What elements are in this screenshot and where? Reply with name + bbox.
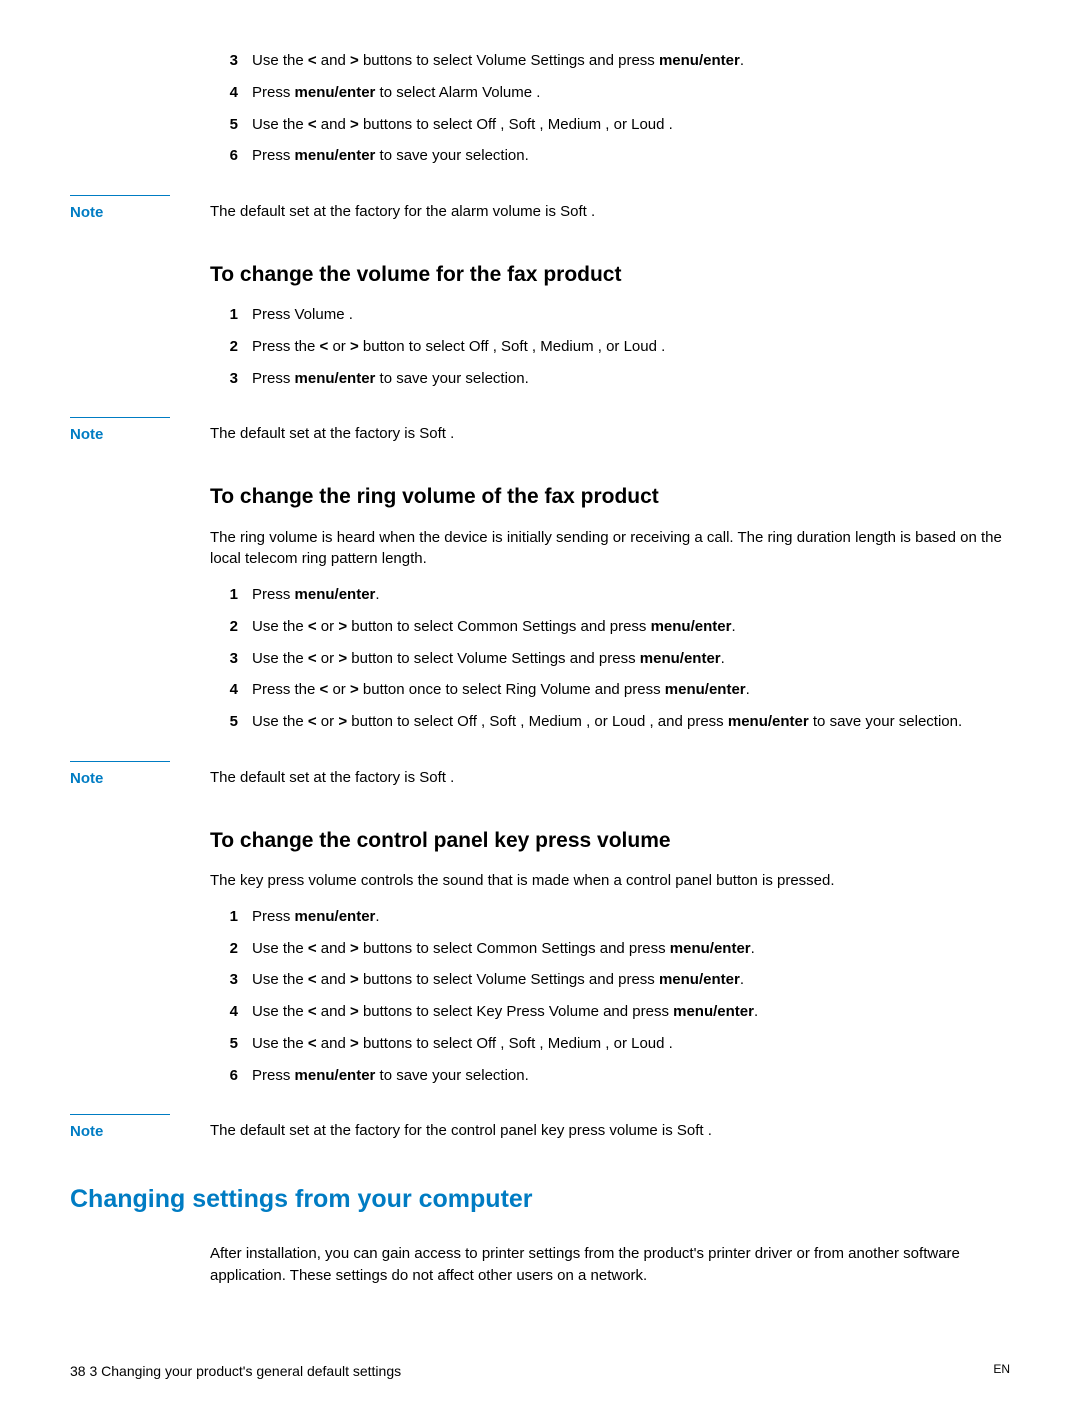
step-text: Use the < and > buttons to select Common… xyxy=(252,938,1010,960)
step-number: 5 xyxy=(210,114,252,136)
step-text: Use the < and > buttons to select Key Pr… xyxy=(252,1001,1010,1023)
note-label: Note xyxy=(70,417,170,446)
note-text: The default set at the factory is Soft . xyxy=(210,761,1010,789)
step-list-fax: 1Press Volume .2Press the < or > button … xyxy=(210,304,1010,389)
note-label: Note xyxy=(70,1114,170,1143)
heading-fax-volume: To change the volume for the fax product xyxy=(210,260,1010,290)
step-item: 5Use the < and > buttons to select Off ,… xyxy=(210,1033,1010,1055)
step-item: 4Press the < or > button once to select … xyxy=(210,679,1010,701)
step-text: Use the < or > button to select Volume S… xyxy=(252,648,1010,670)
step-item: 1Press menu/enter. xyxy=(210,906,1010,928)
step-item: 2Press the < or > button to select Off ,… xyxy=(210,336,1010,358)
step-number: 6 xyxy=(210,1065,252,1087)
step-number: 3 xyxy=(210,50,252,72)
key-intro: The key press volume controls the sound … xyxy=(210,870,1010,892)
step-item: 5Use the < and > buttons to select Off ,… xyxy=(210,114,1010,136)
step-number: 4 xyxy=(210,82,252,104)
step-number: 2 xyxy=(210,938,252,960)
step-number: 1 xyxy=(210,304,252,326)
step-number: 5 xyxy=(210,711,252,733)
step-text: Use the < and > buttons to select Volume… xyxy=(252,50,1010,72)
step-item: 1Press Volume . xyxy=(210,304,1010,326)
step-list-ring: 1Press menu/enter.2Use the < or > button… xyxy=(210,584,1010,733)
step-text: Press the < or > button once to select R… xyxy=(252,679,1010,701)
step-item: 3Use the < and > buttons to select Volum… xyxy=(210,50,1010,72)
note-label: Note xyxy=(70,761,170,790)
step-item: 5Use the < or > button to select Off , S… xyxy=(210,711,1010,733)
step-text: Use the < or > button to select Common S… xyxy=(252,616,1010,638)
step-text: Use the < or > button to select Off , So… xyxy=(252,711,1010,733)
step-item: 2Use the < and > buttons to select Commo… xyxy=(210,938,1010,960)
step-text: Press menu/enter to save your selection. xyxy=(252,368,1010,390)
step-list-top: 3Use the < and > buttons to select Volum… xyxy=(210,50,1010,167)
step-item: 6Press menu/enter to save your selection… xyxy=(210,145,1010,167)
step-item: 3Use the < or > button to select Volume … xyxy=(210,648,1010,670)
step-number: 2 xyxy=(210,616,252,638)
step-item: 4Press menu/enter to select Alarm Volume… xyxy=(210,82,1010,104)
step-number: 3 xyxy=(210,368,252,390)
step-number: 4 xyxy=(210,679,252,701)
step-item: 2Use the < or > button to select Common … xyxy=(210,616,1010,638)
step-text: Press menu/enter to save your selection. xyxy=(252,145,1010,167)
step-number: 1 xyxy=(210,584,252,606)
step-text: Press the < or > button to select Off , … xyxy=(252,336,1010,358)
step-text: Use the < and > buttons to select Off , … xyxy=(252,1033,1010,1055)
step-item: 3Press menu/enter to save your selection… xyxy=(210,368,1010,390)
section-intro: After installation, you can gain access … xyxy=(210,1243,1010,1287)
step-text: Use the < and > buttons to select Off , … xyxy=(252,114,1010,136)
step-number: 6 xyxy=(210,145,252,167)
step-item: 6Press menu/enter to save your selection… xyxy=(210,1065,1010,1087)
step-text: Press menu/enter to select Alarm Volume … xyxy=(252,82,1010,104)
step-number: 3 xyxy=(210,969,252,991)
step-number: 5 xyxy=(210,1033,252,1055)
step-item: 4Use the < and > buttons to select Key P… xyxy=(210,1001,1010,1023)
heading-key-volume: To change the control panel key press vo… xyxy=(210,826,1010,856)
step-text: Press menu/enter. xyxy=(252,906,1010,928)
note-text: The default set at the factory for the c… xyxy=(210,1114,1010,1142)
note-text: The default set at the factory for the a… xyxy=(210,195,1010,223)
step-text: Press menu/enter. xyxy=(252,584,1010,606)
footer-right: EN xyxy=(993,1361,1010,1381)
step-item: 3Use the < and > buttons to select Volum… xyxy=(210,969,1010,991)
step-text: Press Volume . xyxy=(252,304,1010,326)
heading-ring-volume: To change the ring volume of the fax pro… xyxy=(210,482,1010,512)
step-number: 4 xyxy=(210,1001,252,1023)
step-text: Use the < and > buttons to select Volume… xyxy=(252,969,1010,991)
footer-left: 38 3 Changing your product's general def… xyxy=(70,1361,401,1381)
note-text: The default set at the factory is Soft . xyxy=(210,417,1010,445)
note-label: Note xyxy=(70,195,170,224)
step-number: 2 xyxy=(210,336,252,358)
step-number: 1 xyxy=(210,906,252,928)
ring-intro: The ring volume is heard when the device… xyxy=(210,527,1010,571)
step-text: Press menu/enter to save your selection. xyxy=(252,1065,1010,1087)
step-item: 1Press menu/enter. xyxy=(210,584,1010,606)
step-number: 3 xyxy=(210,648,252,670)
section-heading: Changing settings from your computer xyxy=(70,1181,1010,1217)
step-list-key: 1Press menu/enter.2Use the < and > butto… xyxy=(210,906,1010,1087)
